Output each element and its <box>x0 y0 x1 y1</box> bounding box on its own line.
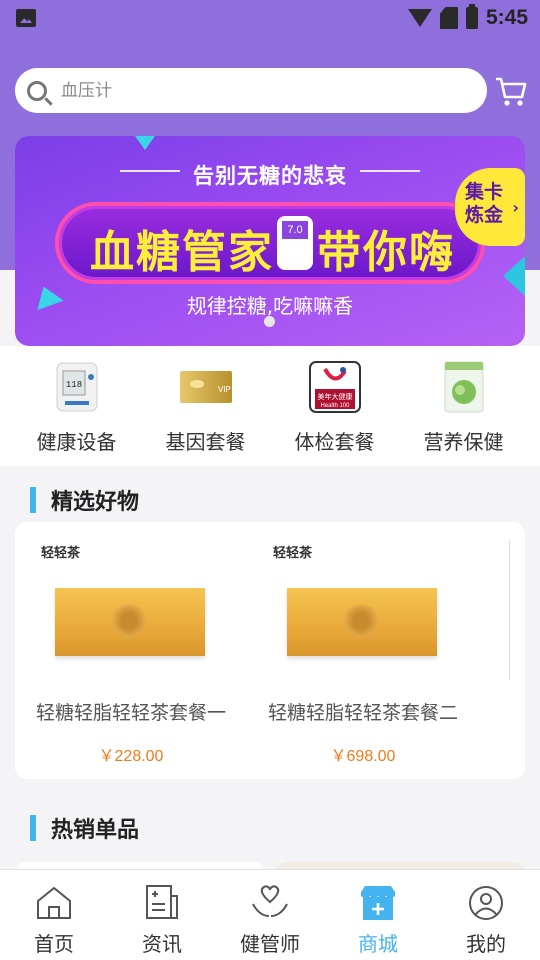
category-health-device[interactable]: 118 健康设备 <box>17 360 137 466</box>
tab-label: 首页 <box>34 932 74 956</box>
tab-home[interactable]: 首页 <box>0 870 108 960</box>
svg-text:Health 100: Health 100 <box>320 403 350 409</box>
profile-icon <box>469 886 503 920</box>
category-checkup-package[interactable]: 美年大健康 Health 100 体检套餐 <box>275 360 395 466</box>
product-price: ￥698.00 <box>330 748 396 765</box>
section-accent-bar <box>30 487 36 513</box>
product-image <box>55 588 205 656</box>
health100-logo-icon: 美年大健康 Health 100 <box>307 360 363 414</box>
category-label: 基因套餐 <box>165 430 246 454</box>
banner-sub-text: 规律控糖,吃嘛嘛香 <box>186 294 354 318</box>
chevron-right-icon: › <box>512 198 519 217</box>
cart-icon[interactable] <box>494 74 528 108</box>
tab-label: 资讯 <box>142 932 182 956</box>
category-label: 营养保健 <box>423 430 504 454</box>
collect-card-badge[interactable]: 集卡 炼金 › <box>455 168 525 246</box>
section-accent-bar <box>30 815 36 841</box>
search-bar[interactable] <box>15 68 487 113</box>
vip-card-icon: VIP <box>178 360 234 414</box>
tab-label: 我的 <box>466 932 506 956</box>
glucose-meter-icon: 7.0 <box>277 216 313 270</box>
product-seal <box>110 604 148 638</box>
hot-section-title: 热销单品 <box>30 812 139 844</box>
search-icon <box>27 80 47 101</box>
category-label: 健康设备 <box>36 430 117 454</box>
carousel-dot[interactable] <box>264 316 275 327</box>
bottom-tab-bar: 首页 资讯 健管师 商城 我的 <box>0 869 540 960</box>
blood-pressure-monitor-icon: 118 <box>49 360 105 414</box>
svg-text:118: 118 <box>65 380 81 390</box>
shop-icon <box>361 886 395 920</box>
gallery-notification-icon <box>16 9 36 27</box>
no-sim-icon <box>439 7 458 29</box>
tab-health-manager[interactable]: 健管师 <box>216 870 324 960</box>
category-label: 体检套餐 <box>294 430 375 454</box>
banner-top-text: 告别无糖的悲哀 <box>193 164 347 188</box>
status-bar: 5:45 <box>0 0 540 36</box>
battery-icon <box>465 4 478 29</box>
product-price: ￥228.00 <box>98 748 164 765</box>
product-card[interactable]: 轻轻茶 轻糖轻脂轻轻茶套餐二 ￥698.00 <box>247 522 479 779</box>
search-input[interactable] <box>61 80 441 101</box>
nutrition-pack-icon <box>436 360 492 414</box>
svg-text:美年大健康: 美年大健康 <box>317 392 352 401</box>
home-icon <box>37 886 71 919</box>
product-image <box>287 588 437 656</box>
product-seal <box>342 604 380 638</box>
scroll-edge-divider <box>509 540 510 680</box>
tab-shop[interactable]: 商城 <box>324 870 432 960</box>
category-row: 118 健康设备 VIP 基因套餐 美年大健康 Health 100 体检套餐 … <box>0 346 540 466</box>
tab-label: 商城 <box>358 932 398 956</box>
promo-banner[interactable]: 告别无糖的悲哀 血糖管家 7.0 带你嗨 规律控糖,吃嘛嘛香 集卡 炼金 › <box>15 136 525 346</box>
product-card[interactable]: 轻轻茶 轻糖轻脂轻轻茶套餐一 ￥228.00 <box>15 522 247 779</box>
news-icon <box>146 885 178 919</box>
category-nutrition[interactable]: 营养保健 <box>404 360 524 466</box>
product-brand-logo: 轻轻茶 <box>273 546 313 561</box>
decor-triangle <box>135 136 155 150</box>
tab-news[interactable]: 资讯 <box>108 870 216 960</box>
product-name: 轻糖轻脂轻轻茶套餐二 <box>267 702 458 724</box>
featured-section-title: 精选好物 <box>30 484 139 516</box>
category-gene-package[interactable]: VIP 基因套餐 <box>146 360 266 466</box>
health-manager-icon <box>252 885 288 917</box>
product-brand-logo: 轻轻茶 <box>41 546 81 561</box>
svg-text:VIP: VIP <box>218 385 231 394</box>
banner-headline-right: 带你嗨 <box>317 227 455 278</box>
wifi-icon <box>407 9 432 27</box>
meter-value: 7.0 <box>282 221 308 239</box>
banner-headline-left: 血糖管家 <box>90 227 274 278</box>
section-title-text: 热销单品 <box>51 818 140 843</box>
status-time: 5:45 <box>485 6 528 29</box>
tab-profile[interactable]: 我的 <box>432 870 540 960</box>
tab-label: 健管师 <box>240 932 300 956</box>
section-title-text: 精选好物 <box>51 490 140 515</box>
featured-products-card: 轻轻茶 轻糖轻脂轻轻茶套餐一 ￥228.00 轻轻茶 轻糖轻脂轻轻茶套餐二 ￥6… <box>15 522 525 779</box>
product-name: 轻糖轻脂轻轻茶套餐一 <box>35 702 226 724</box>
